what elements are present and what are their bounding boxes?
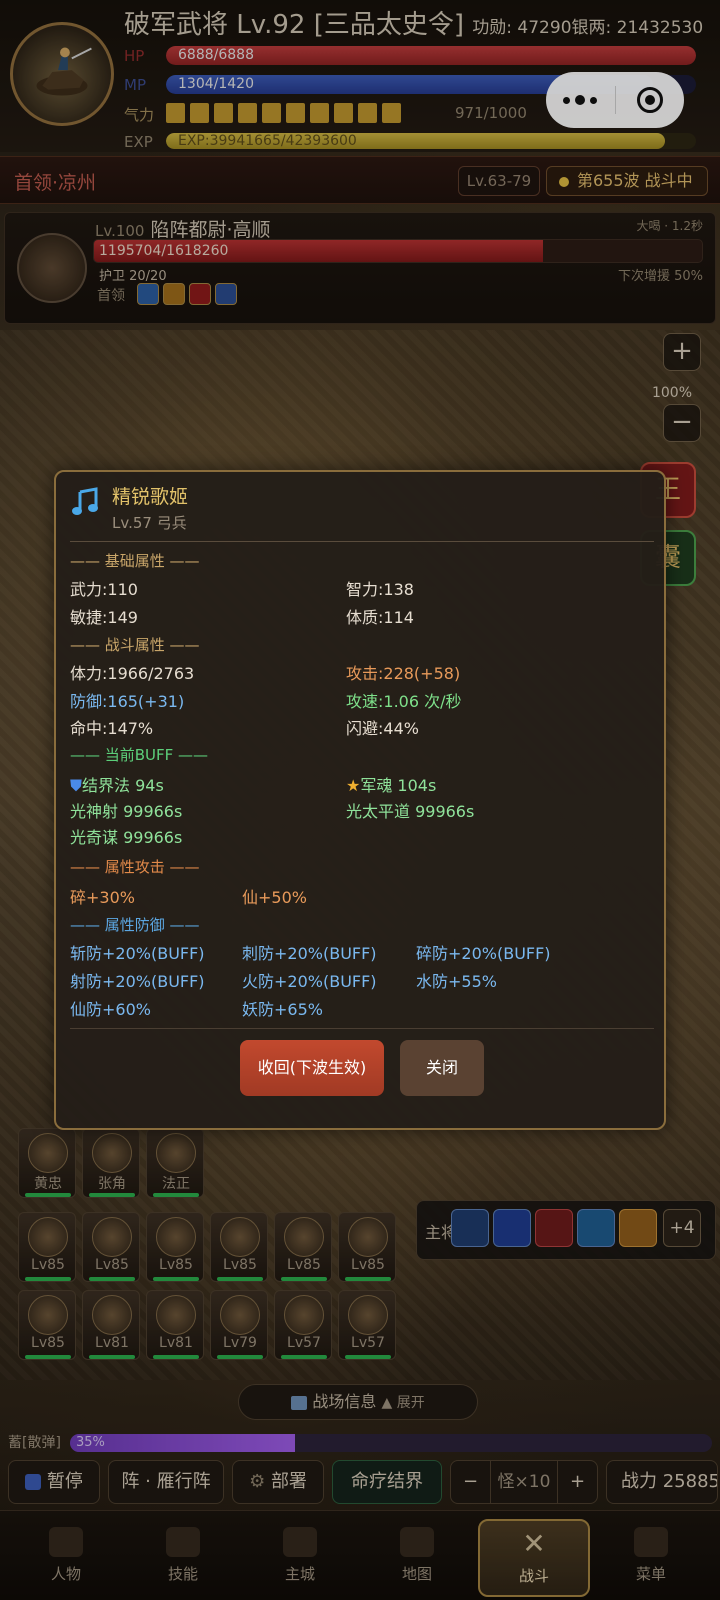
unit-level-class: Lv.57 弓兵 — [112, 514, 187, 532]
buff-divine-shot: 光神射 99966s — [70, 802, 183, 821]
section-element-defense: —— 属性防御 —— — [70, 916, 200, 934]
defense-slash: 斩防+20%(BUFF) — [70, 944, 205, 963]
unit-detail-dialog: 精锐歌姬 Lv.57 弓兵 —— 基础属性 —— 武力:110 智力:138 敏… — [54, 470, 666, 1130]
shield-icon: ⛊ — [70, 776, 83, 795]
buff-taiping: 光太平道 99966s — [346, 802, 475, 821]
close-button[interactable]: 关闭 — [400, 1040, 484, 1096]
defense-water: 水防+55% — [416, 972, 497, 991]
defense-crush: 碎防+20%(BUFF) — [416, 944, 551, 963]
stat-constitution: 体质:114 — [346, 608, 414, 627]
defense-pierce: 刺防+20%(BUFF) — [242, 944, 377, 963]
recall-button[interactable]: 收回(下波生效) — [240, 1040, 384, 1096]
defense-shot: 射防+20%(BUFF) — [70, 972, 205, 991]
stat-defense: 防御:165(+31) — [70, 692, 185, 711]
stat-dodge: 闪避:44% — [346, 719, 419, 738]
divider — [70, 1028, 654, 1029]
star-icon: ★ — [346, 776, 361, 795]
section-element-attack: —— 属性攻击 —— — [70, 858, 200, 876]
defense-fire: 火防+20%(BUFF) — [242, 972, 377, 991]
section-basic-attributes: —— 基础属性 —— — [70, 552, 200, 570]
unit-name: 精锐歌姬 — [112, 486, 189, 508]
stat-intelligence: 智力:138 — [346, 580, 414, 599]
stat-strength: 武力:110 — [70, 580, 138, 599]
music-note-icon — [72, 487, 98, 515]
defense-demon: 妖防+65% — [242, 1000, 323, 1019]
stat-agility: 敏捷:149 — [70, 608, 138, 627]
attack-crush: 碎+30% — [70, 888, 135, 907]
buff-strategy: 光奇谋 99966s — [70, 828, 183, 847]
section-combat-attributes: —— 战斗属性 —— — [70, 636, 200, 654]
stat-hit: 命中:147% — [70, 719, 154, 738]
buff-army-soul: ★军魂 104s — [346, 776, 437, 795]
buff-barrier: ⛊结界法 94s — [70, 776, 164, 795]
divider — [70, 541, 654, 542]
stat-attack: 攻击:228(+58) — [346, 664, 461, 683]
section-current-buff: —— 当前BUFF —— — [70, 746, 209, 764]
stat-hp: 体力:1966/2763 — [70, 664, 195, 683]
attack-immortal: 仙+50% — [242, 888, 307, 907]
stat-attack-speed: 攻速:1.06 次/秒 — [346, 692, 462, 711]
defense-immortal: 仙防+60% — [70, 1000, 151, 1019]
